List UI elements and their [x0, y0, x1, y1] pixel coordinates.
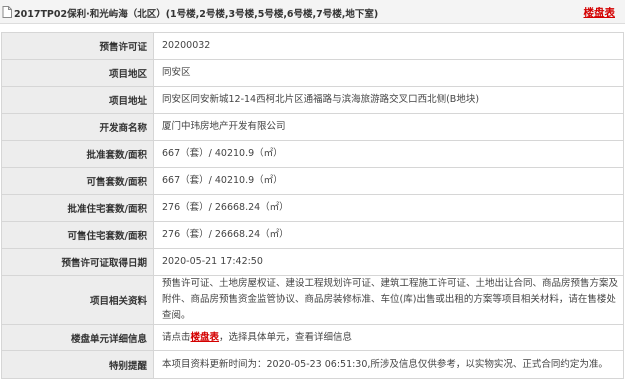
- project-title: 2017TP02保利·和光屿海（北区）(1号楼,2号楼,3号楼,5号楼,6号楼,…: [14, 9, 379, 20]
- project-documents-value: 预售许可证、土地房屋权证、建设工程规划许可证、建筑工程施工许可证、土地出让合同、…: [153, 275, 624, 325]
- table-row: 可售住宅套数/面积 276（套）/ 26668.24（㎡）: [1, 221, 624, 249]
- approved-residential-units-value: 276（套）/ 26668.24（㎡）: [153, 194, 624, 222]
- row-label: 预售许可证取得日期: [1, 248, 154, 276]
- table-row: 批准住宅套数/面积 276（套）/ 26668.24（㎡）: [1, 194, 624, 222]
- special-notice-value: 本项目资料更新时间为：2020-05-23 06:51:30,所涉及信息仅供参考…: [153, 350, 624, 379]
- document-icon: [2, 6, 12, 18]
- table-row: 预售许可证取得日期 2020-05-21 17:42:50: [1, 248, 624, 276]
- table-row: 项目地址 同安区同安新城12-14西柯北片区通福路与滨海旅游路交叉口西北侧(B地…: [1, 86, 624, 114]
- row-label: 可售套数/面积: [1, 167, 154, 195]
- row-label: 楼盘单元详细信息: [1, 324, 154, 351]
- table-row: 批准套数/面积 667（套）/ 40210.9（㎡）: [1, 140, 624, 168]
- project-district-value: 同安区: [153, 59, 624, 87]
- project-info-table: 预售许可证 20200032 项目地区 同安区 项目地址 同安区同安新城12-1…: [1, 32, 624, 379]
- row-label: 项目地址: [1, 86, 154, 114]
- available-units-area-value: 667（套）/ 40210.9（㎡）: [153, 167, 624, 195]
- row-label: 预售许可证: [1, 32, 154, 60]
- row-label: 批准住宅套数/面积: [1, 194, 154, 222]
- permit-date-value: 2020-05-21 17:42:50: [153, 248, 624, 276]
- row-label: 项目地区: [1, 59, 154, 87]
- table-row: 项目相关资料 预售许可证、土地房屋权证、建设工程规划许可证、建筑工程施工许可证、…: [1, 275, 624, 325]
- table-row: 预售许可证 20200032: [1, 32, 624, 60]
- row-label: 批准套数/面积: [1, 140, 154, 168]
- available-residential-units-value: 276（套）/ 26668.24（㎡）: [153, 221, 624, 249]
- table-row: 可售套数/面积 667（套）/ 40210.9（㎡）: [1, 167, 624, 195]
- unit-details-suffix: ，选择具体单元，查看详细信息: [219, 331, 353, 343]
- row-label: 开发商名称: [1, 113, 154, 141]
- row-label: 项目相关资料: [1, 275, 154, 325]
- approved-units-area-value: 667（套）/ 40210.9（㎡）: [153, 140, 624, 168]
- unit-details-prefix: 请点击: [162, 331, 191, 343]
- unit-details-value: 请点击楼盘表，选择具体单元，查看详细信息: [153, 324, 624, 351]
- developer-name-value: 厦门中玮房地产开发有限公司: [153, 113, 624, 141]
- table-row: 开发商名称 厦门中玮房地产开发有限公司: [1, 113, 624, 141]
- title-bar: 2017TP02保利·和光屿海（北区）(1号楼,2号楼,3号楼,5号楼,6号楼,…: [0, 0, 625, 24]
- row-label: 特别提醒: [1, 350, 154, 379]
- table-row: 项目地区 同安区: [1, 59, 624, 87]
- building-table-link[interactable]: 楼盘表: [584, 5, 616, 20]
- row-label: 可售住宅套数/面积: [1, 221, 154, 249]
- presale-permit-value: 20200032: [153, 32, 624, 60]
- building-table-inline-link[interactable]: 楼盘表: [191, 332, 220, 343]
- table-row: 楼盘单元详细信息 请点击楼盘表，选择具体单元，查看详细信息: [1, 324, 624, 351]
- project-address-value: 同安区同安新城12-14西柯北片区通福路与滨海旅游路交叉口西北侧(B地块): [153, 86, 624, 114]
- table-row: 特别提醒 本项目资料更新时间为：2020-05-23 06:51:30,所涉及信…: [1, 350, 624, 379]
